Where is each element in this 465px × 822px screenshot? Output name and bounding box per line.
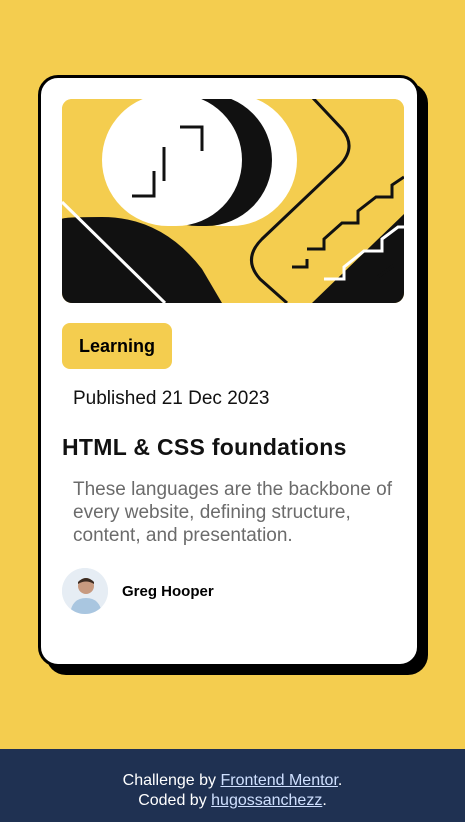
published-date: Published 21 Dec 2023 (73, 388, 270, 409)
hero-illustration-graphic (62, 99, 404, 303)
avatar-photo (62, 568, 108, 614)
blog-preview-card: Learning Published 21 Dec 2023 HTML & CS… (38, 75, 420, 667)
card-title[interactable]: HTML & CSS foundations (62, 434, 347, 461)
author-profile-link[interactable]: hugossanchezz (211, 792, 322, 809)
avatar (62, 568, 108, 614)
attribution-line-coded: Coded by hugossanchezz. (0, 791, 465, 811)
category-tag: Learning (62, 323, 172, 369)
attribution-coded-prefix: Coded by (138, 792, 212, 809)
attribution-footer: Challenge by Frontend Mentor. Coded by h… (0, 749, 465, 822)
card-description: These languages are the backbone of ever… (73, 479, 393, 546)
author-name: Greg Hooper (122, 582, 214, 600)
attribution-challenge-suffix: . (337, 772, 343, 789)
attribution-line-challenge: Challenge by Frontend Mentor. (0, 771, 465, 791)
frontend-mentor-link[interactable]: Frontend Mentor (220, 772, 337, 789)
attribution-coded-suffix: . (322, 792, 327, 809)
hero-illustration (62, 99, 404, 303)
attribution-challenge-prefix: Challenge by (122, 772, 221, 789)
author: Greg Hooper (62, 568, 214, 614)
